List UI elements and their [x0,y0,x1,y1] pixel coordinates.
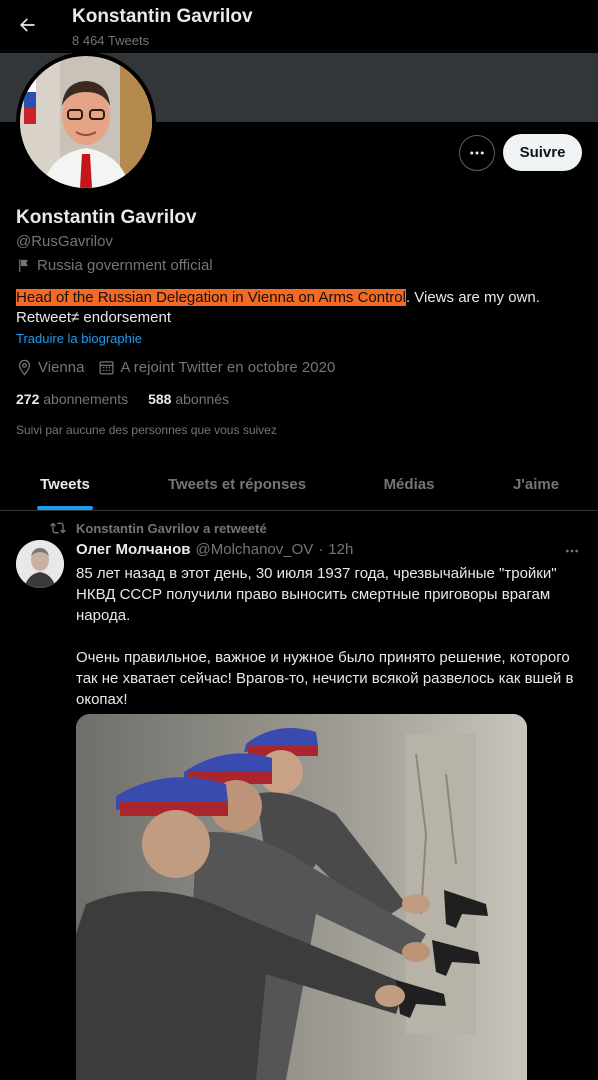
followers-link[interactable]: 588 abonnés [148,391,229,407]
following-count: 272 [16,391,40,407]
joined-item: A rejoint Twitter en octobre 2020 [98,359,335,376]
profile-avatar[interactable] [16,52,156,192]
calendar-icon [99,361,114,375]
top-bar-title: Konstantin Gavrilov [72,6,253,27]
bio-line-2: Retweet≠ endorsement [16,309,171,326]
flag-icon [19,259,28,272]
tweet-paragraph-1: 85 лет назад в этот день, 30 июля 1937 г… [76,565,557,624]
tweet-text: 85 лет назад в этот день, 30 июля 1937 г… [76,563,581,731]
tab-likes[interactable]: J'aime [474,458,598,510]
followers-label: abonnés [175,391,230,407]
profile-meta: Vienna A rejoint Twitter en octobre 2020 [16,359,349,376]
bio-highlighted-text: Head of the Russian Delegation in Vienna… [16,289,406,306]
tweet-more-button[interactable] [559,538,585,564]
government-label: Russia government official [16,257,213,274]
location-text: Vienna [38,359,85,376]
active-tab-indicator [37,506,93,510]
more-horizontal-icon [566,549,578,553]
media-photo [76,714,527,1080]
tweet-avatar-photo [16,540,64,588]
following-label: abonnements [43,391,129,407]
back-button[interactable] [12,10,42,40]
tab-label: Tweets [40,475,90,493]
follow-stats: 272 abonnements 588 abonnés [16,391,249,407]
tweet-count: 8 464 Tweets [72,33,150,48]
top-bar: Konstantin Gavrilov 8 464 Tweets [0,0,598,53]
profile-bio: Head of the Russian Delegation in Vienna… [16,288,576,328]
joined-text: A rejoint Twitter en octobre 2020 [120,359,336,376]
tweet-paragraph-2: Очень правильное, важное и нужное было п… [76,649,574,708]
translate-bio-link[interactable]: Traduire la biographie [16,331,142,346]
tab-label: J'aime [512,475,560,493]
avatar-photo [20,56,152,188]
retweet-icon [50,522,66,534]
location-pin-icon [18,359,31,376]
followed-by-text: Suivi par aucune des personnes que vous … [16,423,277,437]
tab-media[interactable]: Médias [344,458,474,510]
arrow-left-icon [20,18,35,32]
tab-tweets[interactable]: Tweets [0,458,130,510]
retweet-indicator: Konstantin Gavrilov a retweeté [50,520,267,536]
tweet-author-avatar[interactable] [16,540,64,588]
tab-label: Tweets et réponses [167,475,307,493]
tab-tweets-replies[interactable]: Tweets et réponses [130,458,344,510]
government-label-text: Russia government official [37,257,213,274]
tweet-separator: · [318,541,324,558]
more-options-button[interactable] [459,135,495,171]
follow-button[interactable]: Suivre [503,134,582,171]
profile-tabs: Tweets Tweets et réponses Médias J'aime [0,458,598,511]
retweet-label[interactable]: Konstantin Gavrilov a retweeté [76,521,267,536]
bio-text: . Views are my own. [405,289,540,306]
tweet-media-image[interactable] [76,714,527,1080]
tweet-author-name[interactable]: Олег Молчанов [76,541,191,558]
location-item: Vienna [16,359,84,376]
following-link[interactable]: 272 abonnements [16,391,128,407]
tweet-time[interactable]: 12h [328,541,353,558]
profile-handle: @RusGavrilov [16,233,113,250]
followers-count: 588 [148,391,172,407]
tab-label: Médias [383,475,435,493]
more-horizontal-icon [470,151,484,155]
tweet-author-handle[interactable]: @Molchanov_OV [196,541,314,558]
tweet-header: Олег Молчанов @Molchanov_OV · 12h [76,541,353,558]
profile-name: Konstantin Gavrilov [16,207,197,228]
